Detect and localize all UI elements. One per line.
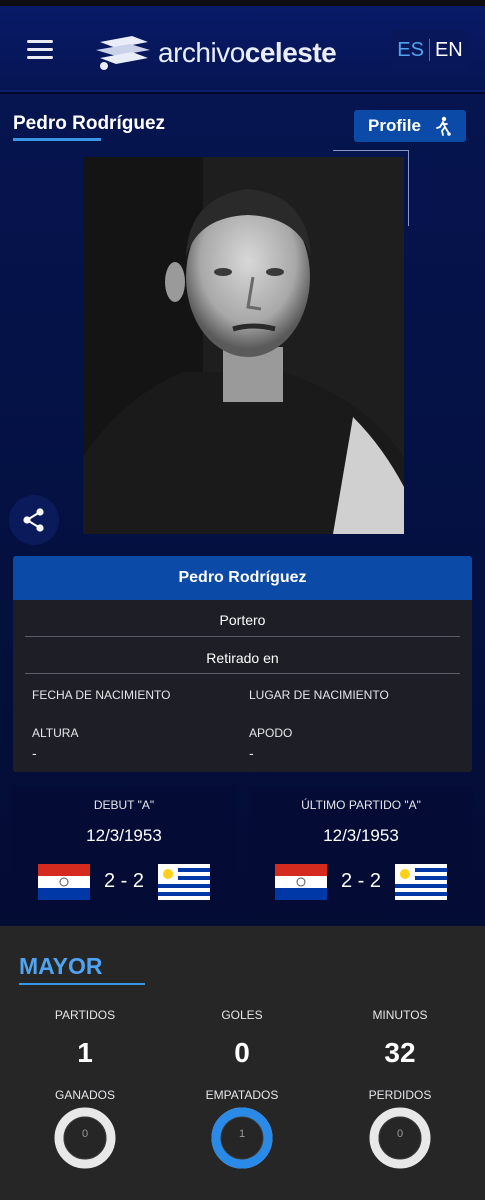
share-button[interactable] [9, 495, 59, 545]
top-navigation-bar: archivoceleste ES EN [0, 0, 485, 92]
player-info-card: Pedro Rodríguez Portero Retirado en FECH… [13, 556, 472, 772]
stat-label: PARTIDOS [54, 1008, 116, 1022]
nickname-value: - [249, 745, 254, 761]
match-date: 12/3/1953 [86, 826, 162, 845]
lost-donut-chart: 0 [368, 1106, 432, 1170]
stat-goals: GOLES 0 [162, 1008, 322, 1069]
debut-match-card[interactable]: DEBUT "A" 12/3/1953 2 - 2 [12, 786, 236, 912]
player-name-heading: Pedro Rodríguez [13, 113, 166, 134]
match-label: ÚLTIMO PARTIDO "A" [301, 798, 421, 812]
donut-value: 1 [238, 1128, 246, 1140]
stats-title: MAYOR [19, 953, 103, 979]
stat-value: 0 [234, 1037, 250, 1068]
language-switcher: ES EN [391, 30, 469, 70]
divider [25, 636, 460, 637]
match-label: DEBUT "A" [93, 798, 155, 812]
won-donut-chart: 0 [53, 1106, 117, 1170]
title-underline [13, 138, 101, 141]
stat-matches: PARTIDOS 1 [5, 1008, 165, 1069]
drawn-donut-chart: 1 [210, 1106, 274, 1170]
career-stats-section: MAYOR PARTIDOS 1 GOLES 0 MINUTOS 32 GANA… [0, 926, 485, 1200]
title-underline [19, 983, 145, 985]
donut-value: 0 [81, 1128, 89, 1140]
status-strip [0, 0, 485, 6]
uruguay-flag-icon [395, 864, 447, 900]
lang-es-button[interactable]: ES [392, 39, 429, 62]
stat-lost-label: PERDIDOS [368, 1088, 432, 1102]
menu-icon[interactable] [27, 40, 53, 60]
stat-value: 32 [384, 1037, 416, 1068]
stat-label: MINUTOS [372, 1008, 428, 1022]
share-icon [23, 508, 44, 532]
site-logo[interactable]: archivoceleste [92, 32, 352, 72]
player-profile-section: Pedro Rodríguez Profile Pedro Rodríguez … [0, 94, 485, 926]
photo-frame-line [333, 150, 409, 151]
logo-text: archivoceleste [158, 37, 337, 68]
nickname-label: APODO [249, 726, 293, 740]
profile-button[interactable]: Profile [354, 110, 466, 142]
player-kick-icon [436, 116, 451, 136]
height-label: ALTURA [32, 726, 79, 740]
photo-frame-line [408, 150, 409, 226]
player-position: Portero [219, 612, 266, 628]
profile-button-label: Profile [368, 116, 421, 135]
birth-date-label: FECHA DE NACIMIENTO [32, 688, 171, 702]
stat-won-label: GANADOS [54, 1088, 115, 1102]
divider [25, 673, 460, 674]
stat-label: GOLES [221, 1008, 263, 1022]
stat-minutes: MINUTOS 32 [320, 1008, 480, 1069]
archive-logo-icon [96, 36, 150, 70]
stat-value: 1 [77, 1037, 93, 1068]
birth-place-label: LUGAR DE NACIMIENTO [249, 688, 389, 702]
lang-en-button[interactable]: EN [430, 39, 468, 62]
info-card-title: Pedro Rodríguez [13, 556, 472, 600]
last-match-card[interactable]: ÚLTIMO PARTIDO "A" 12/3/1953 2 - 2 [249, 786, 473, 912]
retired-status: Retirado en [206, 650, 279, 666]
uruguay-flag-icon [158, 864, 210, 900]
match-date: 12/3/1953 [323, 826, 399, 845]
player-photo [83, 157, 404, 534]
stat-drawn-label: EMPATADOS [205, 1088, 279, 1102]
height-value: - [32, 745, 37, 761]
match-result: 2 - 2 [12, 864, 236, 900]
donut-value: 0 [396, 1128, 404, 1140]
match-result: 2 - 2 [249, 864, 473, 900]
